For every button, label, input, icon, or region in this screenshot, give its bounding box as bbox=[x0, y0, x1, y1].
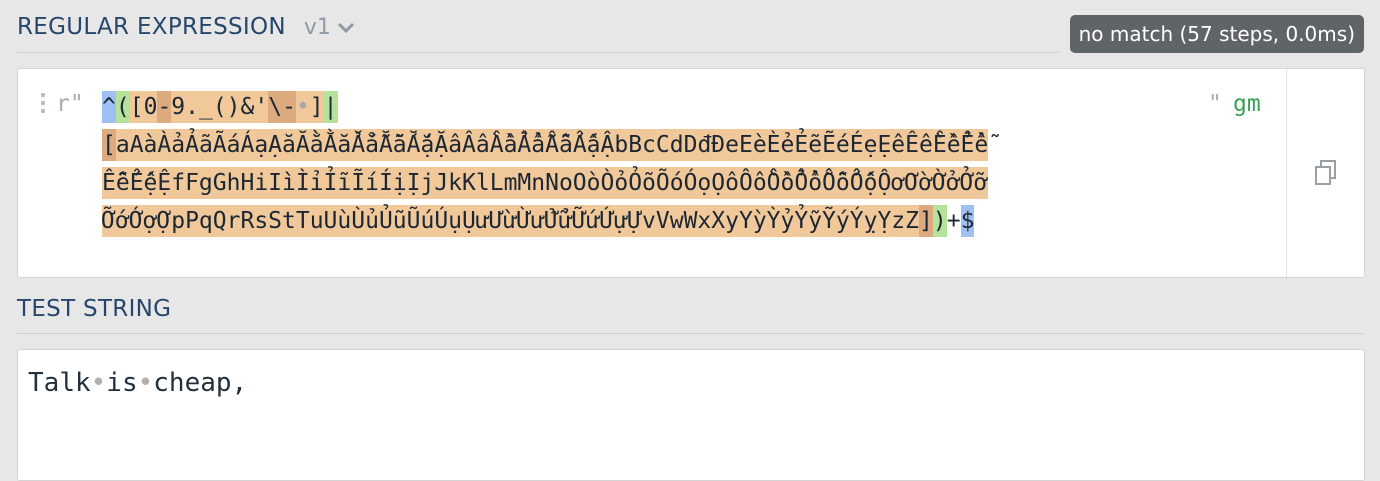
regex-token: \- bbox=[268, 90, 296, 123]
regex-token: • bbox=[295, 90, 310, 123]
test-section-title: TEST STRING bbox=[17, 296, 172, 322]
regex-section-title: REGULAR EXPRESSION bbox=[17, 14, 286, 40]
test-string-header: TEST STRING bbox=[17, 296, 171, 322]
regex-header: REGULAR EXPRESSION v1 bbox=[17, 14, 357, 40]
regex-flags[interactable]: gm bbox=[1233, 91, 1261, 117]
regex-token: - bbox=[157, 90, 172, 123]
regex-line: ỄếẾệỆfFgGhHiIìÌỉỈĩĨíÍịỊjJkKlLmMnNoOòÒỏỎõ… bbox=[102, 164, 1212, 200]
version-selector[interactable]: v1 bbox=[304, 15, 331, 40]
regex-token: ] bbox=[918, 204, 933, 237]
copy-button[interactable] bbox=[1286, 69, 1364, 277]
regex-token: [ bbox=[129, 90, 144, 123]
regex-token: 9._()&' bbox=[171, 90, 269, 123]
copy-icon bbox=[1314, 160, 1336, 185]
test-header-divider bbox=[17, 333, 1363, 334]
regex-line: ỠớỚợỢpPqQrRsStTuUùÙủỦũŨúÚụỤưƯừỪửỬữỮứỨựỰv… bbox=[102, 202, 1212, 238]
regex-token: $ bbox=[960, 204, 975, 237]
regex-token: ^ bbox=[102, 90, 116, 123]
regex-token: aAàÀảẢãÃáÁạẠăĂằẰẳẲẵẴắẮặẶâÂầẦẩẨẫẪấẤậẬbBcC… bbox=[115, 128, 989, 161]
regex-editor[interactable]: r" ^([0-9._()&'\-•]| [aAàÀảẢãÃáÁạẠăĂằẰẳẲẵ… bbox=[17, 68, 1365, 278]
regex-token: | bbox=[323, 90, 338, 123]
regex-token: 0 bbox=[143, 90, 158, 123]
drag-handle-icon[interactable] bbox=[41, 93, 47, 117]
regex-token: ) bbox=[932, 204, 947, 237]
test-string-editor[interactable]: Talk•is•cheap, bbox=[17, 349, 1365, 481]
chevron-down-icon[interactable] bbox=[335, 16, 357, 38]
regex-pattern[interactable]: ^([0-9._()&'\-•]| [aAàÀảẢãÃáÁạẠăĂằẰẳẲẵẴắẮ… bbox=[102, 88, 1212, 240]
regex-token: ( bbox=[115, 90, 130, 123]
regex-line: [aAàÀảẢãÃáÁạẠăĂằẰẳẲẵẴắẮặẶâÂầẦẩẨẫẪấẤậẬbBc… bbox=[102, 126, 1212, 162]
regex-open-delimiter: r" bbox=[56, 91, 84, 117]
match-status-badge: no match (57 steps, 0.0ms) bbox=[1069, 15, 1364, 53]
regex-token: [ bbox=[102, 128, 116, 161]
regex-header-divider bbox=[17, 52, 1059, 53]
regex-close-delimiter: " bbox=[1208, 91, 1222, 117]
regex-token: ] bbox=[309, 90, 324, 123]
regex-token: ỄếẾệỆfFgGhHiIìÌỉỈĩĨíÍịỊjJkKlLmMnNoOòÒỏỎõ… bbox=[102, 166, 989, 199]
regex-token: + bbox=[946, 207, 961, 234]
regex-line: ^([0-9._()&'\-•]| bbox=[102, 88, 1212, 124]
test-string-text[interactable]: Talk•is•cheap, bbox=[28, 368, 247, 398]
regex-token: ỠớỚợỢpPqQrRsStTuUùÙủỦũŨúÚụỤưƯừỪửỬữỮứỨựỰv… bbox=[102, 204, 919, 237]
